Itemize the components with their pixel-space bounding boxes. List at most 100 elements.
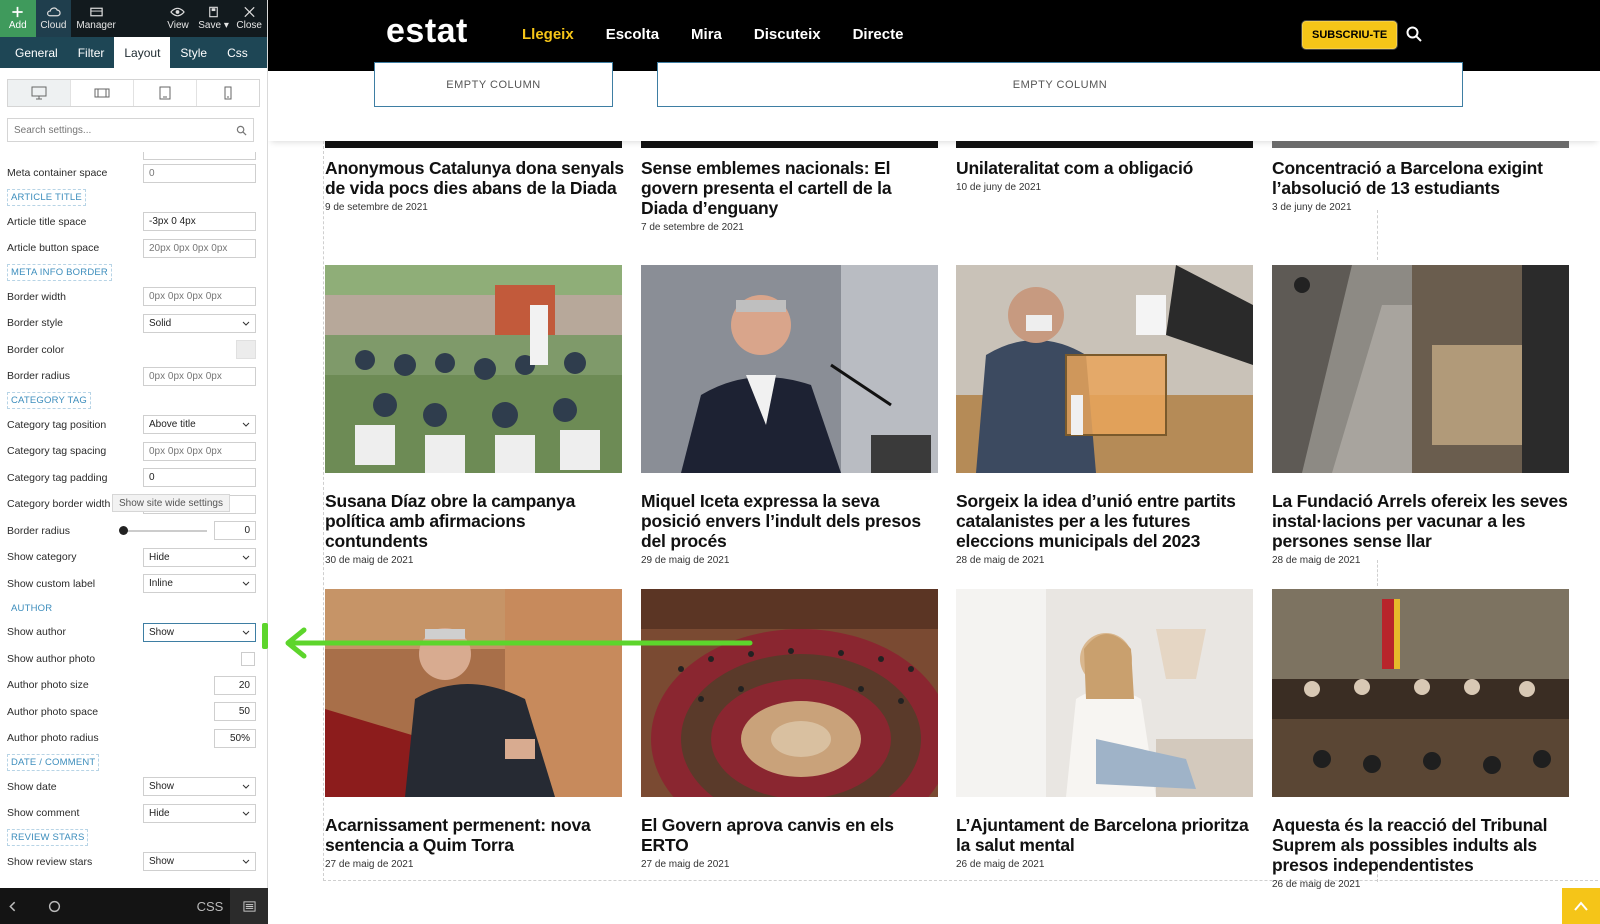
nav-item-discuteix[interactable]: Discuteix <box>754 26 821 43</box>
category-tag-spacing-input[interactable]: 0px 0px 0px 0px <box>143 441 256 461</box>
list-button[interactable] <box>230 888 268 924</box>
nav-item-mira[interactable]: Mira <box>691 26 722 43</box>
supreme-court-photo[interactable] <box>1272 589 1569 797</box>
article-card[interactable]: Sense emblemes nacionals: El govern pres… <box>641 141 941 233</box>
setting-show-comment: Show comment Hide <box>0 800 268 827</box>
save-button[interactable]: Save ▾ <box>196 0 232 37</box>
article-title[interactable]: Sorgeix la idea d’unió entre partits cat… <box>956 491 1256 551</box>
article-title-space-input[interactable]: -3px 0 4px <box>143 212 256 232</box>
article-title[interactable]: Sense emblemes nacionals: El govern pres… <box>641 158 941 218</box>
border-radius-value[interactable]: 0 <box>214 521 256 541</box>
tab-layout[interactable]: Layout <box>114 37 171 68</box>
circle-icon <box>48 900 60 912</box>
slider-handle[interactable] <box>119 525 128 535</box>
tab-general[interactable]: General <box>0 37 68 68</box>
empty-column-right[interactable]: EMPTY COLUMN <box>657 62 1463 107</box>
border-radius-input[interactable]: 0px 0px 0px 0px <box>143 366 256 386</box>
article-title[interactable]: Unilateralitat com a obligació <box>956 158 1256 178</box>
article-card[interactable]: Sorgeix la idea d’unió entre partits cat… <box>956 265 1256 566</box>
search-icon <box>236 125 247 136</box>
border-radius-slider[interactable] <box>119 525 207 535</box>
pensive-woman-photo[interactable] <box>956 589 1253 797</box>
back-button[interactable] <box>0 900 24 913</box>
search-icon[interactable] <box>1406 26 1422 42</box>
scroll-to-top-button[interactable] <box>1562 888 1600 924</box>
setting-show-author: Show author Show <box>0 619 268 646</box>
article-card[interactable]: Miquel Iceta expressa la seva posició en… <box>641 265 941 566</box>
article-title[interactable]: L’Ajuntament de Barcelona prioritza la s… <box>956 815 1256 855</box>
add-label: Add <box>8 20 27 31</box>
article-card[interactable]: L’Ajuntament de Barcelona prioritza la s… <box>956 589 1256 870</box>
empty-column-left[interactable]: EMPTY COLUMN <box>374 62 613 107</box>
manager-button[interactable]: Manager <box>71 0 121 37</box>
article-title[interactable]: Acarnissament permenent: nova sentencia … <box>325 815 625 855</box>
mobile-device-button[interactable] <box>196 80 259 106</box>
save-icon <box>209 6 218 18</box>
author-photo-size-input[interactable]: 20 <box>214 675 256 695</box>
article-title[interactable]: La Fundació Arrels ofereix les seves ins… <box>1272 491 1572 551</box>
article-card[interactable]: Concentració a Barcelona exigint l’absol… <box>1272 141 1572 213</box>
main-nav: Llegeix Escolta Mira Discuteix Directe <box>522 26 903 43</box>
cloud-button[interactable]: Cloud <box>35 0 72 37</box>
show-date-select[interactable]: Show <box>143 777 256 797</box>
css-button[interactable]: CSS <box>190 899 230 914</box>
tab-filter[interactable]: Filter <box>68 37 115 68</box>
article-title[interactable]: Anonymous Catalunya dona senyals de vida… <box>325 158 625 198</box>
article-date: 9 de setembre de 2021 <box>325 202 428 213</box>
chevron-down-icon <box>242 630 250 635</box>
show-category-select[interactable]: Hide <box>143 547 256 567</box>
article-card[interactable]: Unilateralitat com a obligació 10 de jun… <box>956 141 1256 193</box>
desktop-device-button[interactable] <box>8 80 70 106</box>
author-photo-space-input[interactable]: 50 <box>214 702 256 722</box>
article-title[interactable]: Susana Díaz obre la campanya política am… <box>325 491 625 551</box>
show-author-photo-checkbox[interactable] <box>241 651 255 666</box>
article-button-space-input[interactable]: 20px 0px 0px 0px <box>143 238 256 258</box>
setting-show-custom-label: Show custom label Inline <box>0 571 268 598</box>
tab-css[interactable]: Css <box>217 37 258 68</box>
chevron-down-icon <box>242 784 250 789</box>
border-style-select[interactable]: Solid <box>143 313 256 333</box>
tablet-device-button[interactable] <box>133 80 196 106</box>
article-card[interactable]: Anonymous Catalunya dona senyals de vida… <box>325 141 625 213</box>
close-icon <box>244 6 255 18</box>
article-card[interactable]: Aquesta és la reacció del Tribunal Supre… <box>1272 589 1572 890</box>
border-width-input[interactable]: 0px 0px 0px 0px <box>143 287 256 307</box>
laptop-device-button[interactable] <box>70 80 133 106</box>
category-tag-position-select[interactable]: Above title <box>143 415 256 435</box>
close-button[interactable]: Close <box>231 0 267 37</box>
article-title[interactable]: El Govern aprova canvis en els ERTO <box>641 815 941 855</box>
ballot-box-photo[interactable] <box>956 265 1253 473</box>
nav-item-llegeix[interactable]: Llegeix <box>522 26 574 43</box>
tablet-icon <box>159 86 171 100</box>
settings-search-input[interactable] <box>8 119 253 141</box>
outdoor-rally-photo[interactable] <box>325 265 622 473</box>
meta-container-space-input[interactable]: 0 <box>143 163 256 183</box>
show-custom-label-select[interactable]: Inline <box>143 574 256 594</box>
site-logo[interactable]: estat <box>386 12 468 51</box>
article-title[interactable]: Concentració a Barcelona exigint l’absol… <box>1272 158 1572 198</box>
panel-tabs: General Filter Layout Style Css <box>0 37 267 68</box>
subscribe-button[interactable]: SUBSCRIU-TE <box>1302 21 1398 49</box>
setting-show-author-photo: Show author photo <box>0 646 268 673</box>
add-button[interactable]: Add <box>0 0 36 37</box>
author-photo-radius-input[interactable]: 50% <box>214 728 256 748</box>
show-author-select[interactable]: Show <box>143 622 256 642</box>
history-button[interactable] <box>24 900 84 913</box>
article-title[interactable]: Aquesta és la reacció del Tribunal Supre… <box>1272 815 1572 875</box>
category-tag-padding-input[interactable]: 0 <box>143 468 256 488</box>
show-comment-select[interactable]: Hide <box>143 803 256 823</box>
street-sidewalk-photo[interactable] <box>1272 265 1569 473</box>
view-button[interactable]: View <box>160 0 196 37</box>
nav-item-directe[interactable]: Directe <box>853 26 904 43</box>
nav-item-escolta[interactable]: Escolta <box>606 26 659 43</box>
article-card[interactable]: Susana Díaz obre la campanya política am… <box>325 265 625 566</box>
article-title[interactable]: Miquel Iceta expressa la seva posició en… <box>641 491 941 551</box>
tab-style[interactable]: Style <box>170 37 217 68</box>
politician-podium-photo[interactable] <box>641 265 938 473</box>
cloud-icon <box>46 7 61 17</box>
column-divider <box>1377 210 1378 260</box>
border-color-swatch[interactable] <box>236 340 256 360</box>
show-review-stars-select[interactable]: Show <box>143 852 256 872</box>
article-card[interactable]: La Fundació Arrels ofereix les seves ins… <box>1272 265 1572 566</box>
chevron-down-icon <box>242 859 250 864</box>
